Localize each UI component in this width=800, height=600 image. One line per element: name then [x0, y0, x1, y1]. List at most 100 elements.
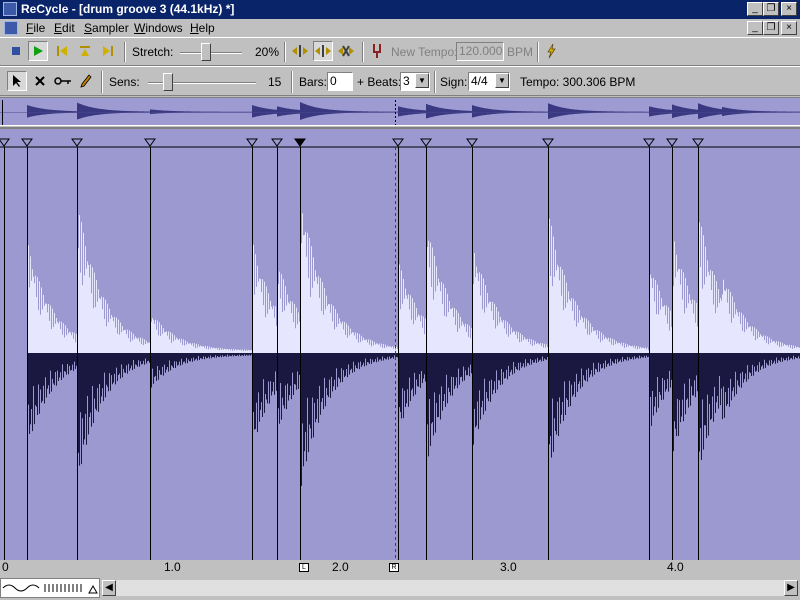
horizontal-scroll-track[interactable]	[116, 580, 784, 596]
menu-bar: File Edit Sampler Windows Help _ ❐ ×	[0, 19, 800, 37]
bars-field[interactable]: 0	[327, 72, 353, 91]
ruler-label: 2.0	[332, 560, 349, 574]
tuning-fork-icon	[373, 44, 381, 58]
stretch-cross-icon	[338, 45, 354, 57]
rewind-button[interactable]	[52, 41, 72, 61]
sens-label: Sens:	[109, 75, 140, 89]
new-tempo-label: New Tempo:	[391, 45, 458, 59]
scroll-left-button[interactable]: ◀	[102, 580, 116, 596]
stretch-value: 20%	[255, 45, 280, 59]
time-ruler[interactable]: 0 1.0 2.0 3.0 4.0 L R	[0, 560, 800, 575]
ruler-label: 0	[2, 560, 9, 574]
stretch-slider-track[interactable]	[180, 52, 242, 54]
slice-marker-triangle[interactable]	[71, 138, 83, 147]
beats-label: + Beats:	[357, 75, 402, 89]
slice-marker-triangle[interactable]	[542, 138, 554, 147]
tempo-fork-button[interactable]	[367, 41, 387, 61]
maximize-button[interactable]: ❐	[763, 2, 779, 16]
sign-label: Sign:	[440, 75, 468, 89]
slice-marker-triangle[interactable]	[392, 138, 404, 147]
toolbar-separator	[101, 71, 103, 93]
new-tempo-field[interactable]: 120.000	[456, 42, 504, 61]
slice-marker-triangle[interactable]	[271, 138, 283, 147]
stretch-slider-thumb[interactable]	[200, 43, 211, 61]
loop-button[interactable]	[75, 41, 95, 61]
window-title: ReCycle - [drum groove 3 (44.1kHz) *]	[21, 2, 235, 16]
sign-select[interactable]: 4/4 ▼	[468, 72, 510, 91]
arrow-tool-button[interactable]	[7, 71, 27, 91]
doc-close-button[interactable]: ×	[781, 21, 797, 35]
chevron-down-icon[interactable]: ▼	[415, 73, 429, 88]
doc-minimize-button[interactable]: _	[747, 21, 763, 35]
toolbar-separator	[537, 42, 539, 62]
stretch-mode-3-button[interactable]	[336, 41, 356, 61]
menu-sampler[interactable]: Sampler	[80, 20, 133, 36]
stretch-mode-1-button[interactable]	[290, 41, 310, 61]
bars-label: Bars:	[299, 75, 328, 89]
toolbar-separator	[291, 71, 293, 93]
scroll-right-button[interactable]: ▶	[784, 580, 798, 596]
toolbar-separator	[284, 42, 286, 62]
right-locator-marker[interactable]: R	[389, 563, 399, 572]
menu-help[interactable]: Help	[186, 20, 219, 36]
overview-waveform	[0, 100, 800, 125]
menu-windows[interactable]: Windows	[130, 20, 187, 36]
toolbar-separator	[124, 42, 126, 62]
minimize-button[interactable]: _	[747, 2, 763, 16]
stretch-arrows-icon	[315, 45, 331, 57]
stretch-arrows-icon	[292, 45, 308, 57]
close-button[interactable]: ×	[781, 2, 797, 16]
bottom-bar: ◀ ▶	[0, 576, 800, 600]
slice-marker-triangle[interactable]	[692, 138, 704, 147]
process-button[interactable]	[541, 41, 561, 61]
lock-tool-icon	[54, 77, 71, 85]
ruler-label: 3.0	[500, 560, 517, 574]
menu-file[interactable]: File	[22, 20, 49, 36]
slice-marker-triangle[interactable]	[420, 138, 432, 147]
slice-marker-triangle[interactable]	[21, 138, 33, 147]
left-locator-marker[interactable]: L	[299, 563, 309, 572]
document-icon[interactable]	[4, 21, 18, 35]
slice-marker-triangle[interactable]	[246, 138, 258, 147]
sens-value: 15	[268, 75, 282, 89]
zoom-waveform-icon	[2, 584, 98, 594]
forward-button[interactable]	[98, 41, 118, 61]
erase-tool-button[interactable]	[30, 71, 50, 91]
rewind-icon	[57, 46, 67, 56]
beats-select-value: 3	[403, 74, 410, 88]
stop-button[interactable]	[6, 41, 26, 61]
overview-waveform-path	[27, 102, 800, 120]
slice-marker-triangle[interactable]	[643, 138, 655, 147]
slice-marker-triangle[interactable]	[144, 138, 156, 147]
waveform-overview[interactable]	[0, 97, 800, 126]
ruler-label: 4.0	[667, 560, 684, 574]
tempo-readout: Tempo: 300.306 BPM	[520, 75, 636, 89]
beats-select[interactable]: 3 ▼	[400, 72, 430, 91]
loop-icon	[80, 46, 90, 56]
play-icon	[34, 46, 43, 56]
waveform-canvas[interactable]	[0, 129, 800, 562]
chevron-down-icon[interactable]: ▼	[495, 73, 509, 88]
stretch-mode-2-button[interactable]	[313, 41, 333, 61]
slice-marker-triangle[interactable]	[294, 138, 306, 147]
zoom-strip[interactable]	[0, 578, 100, 598]
pencil-tool-button[interactable]	[76, 71, 96, 91]
toolbar-separator	[434, 71, 436, 93]
slice-marker-triangle[interactable]	[466, 138, 478, 147]
recycle-app-icon[interactable]	[3, 2, 17, 16]
ruler-label: 1.0	[164, 560, 181, 574]
stretch-label: Stretch:	[132, 45, 174, 59]
lock-tool-button[interactable]	[53, 71, 73, 91]
forward-icon	[103, 46, 113, 56]
transport-toolbar: Stretch: 20% New Tempo: 120.000 BPM	[0, 37, 800, 66]
sens-slider-thumb[interactable]	[162, 73, 173, 91]
slice-marker-triangle[interactable]	[666, 138, 678, 147]
play-button[interactable]	[28, 41, 48, 61]
toolbar-separator	[362, 42, 364, 62]
doc-restore-button[interactable]: ❐	[763, 21, 779, 35]
waveform-editor[interactable]	[0, 127, 800, 575]
menu-edit[interactable]: Edit	[50, 20, 79, 36]
waveform-path	[27, 193, 800, 486]
edit-toolbar: Sens: 15 Bars: 0 + Beats: 3 ▼ Sign: 4/4 …	[0, 66, 800, 96]
slice-marker-triangle[interactable]	[0, 138, 10, 147]
